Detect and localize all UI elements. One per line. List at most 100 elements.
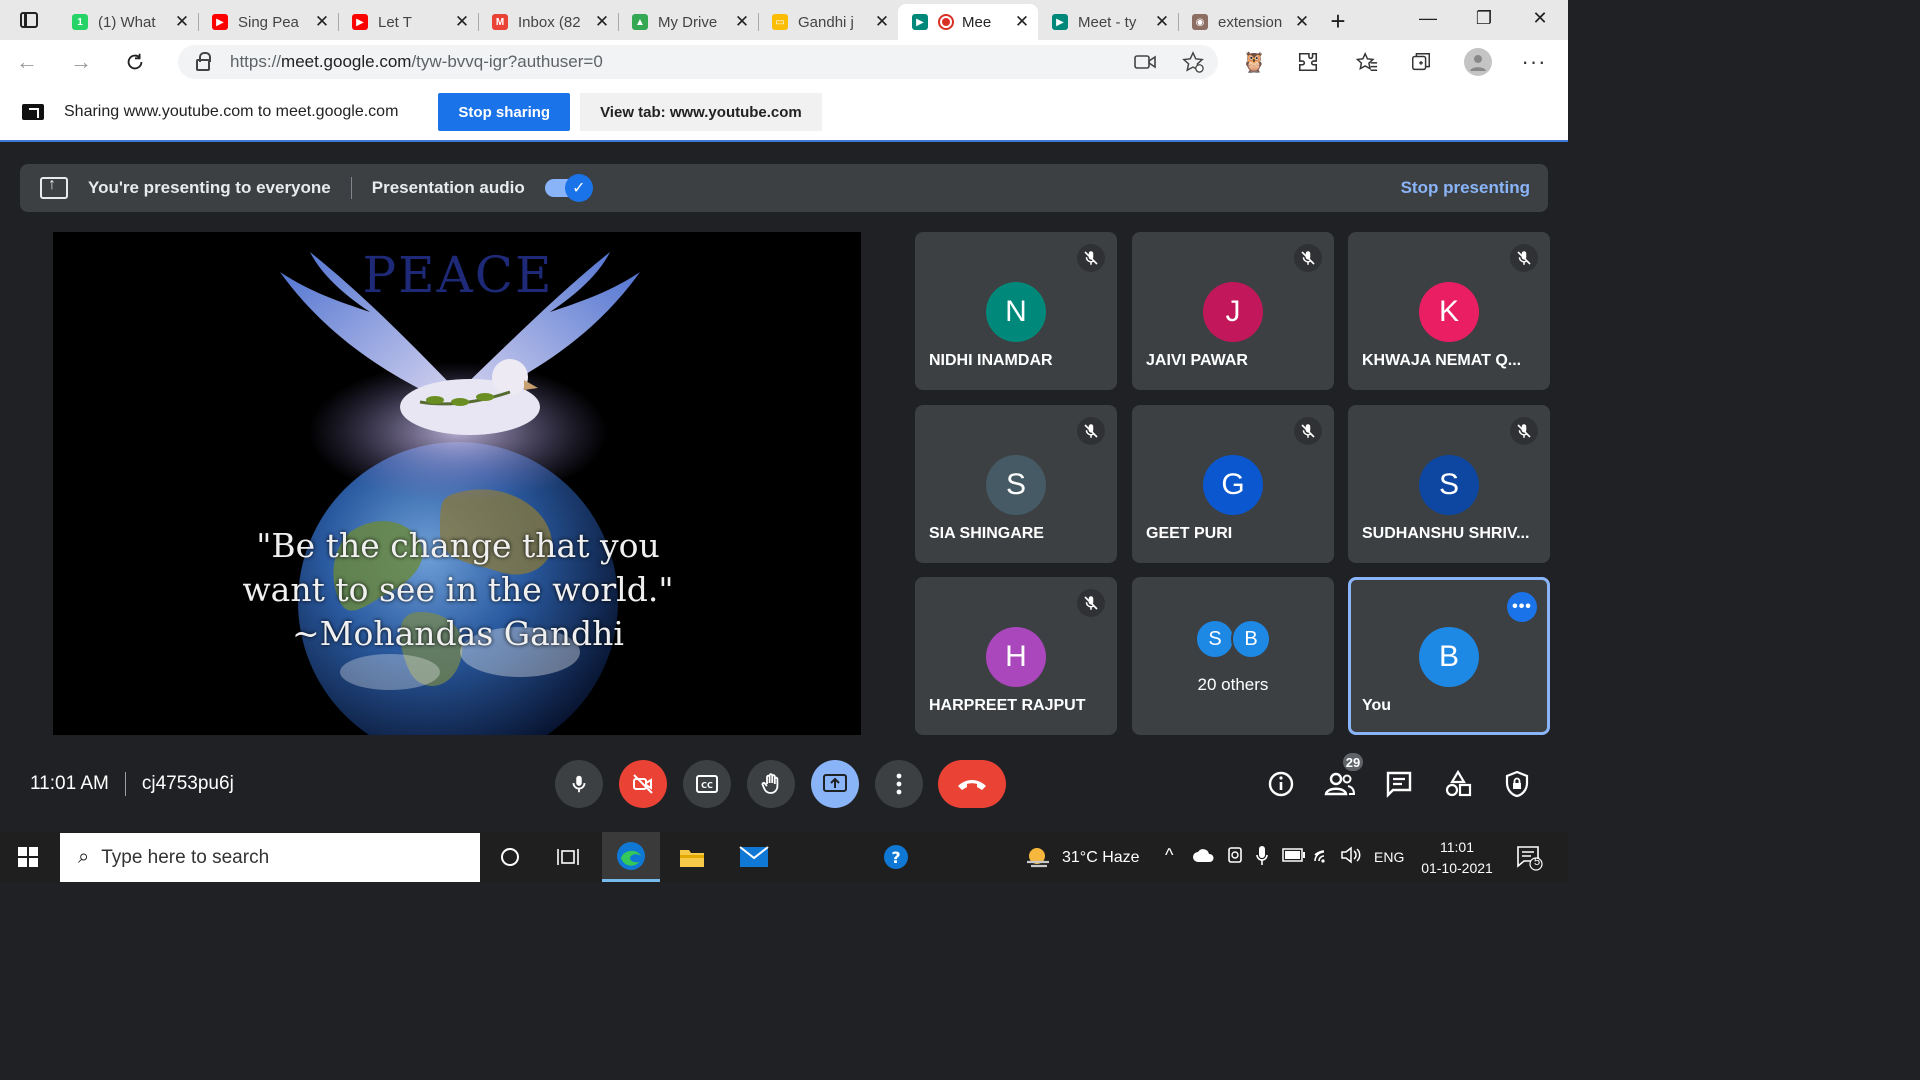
participant-avatar: N (986, 282, 1046, 342)
taskbar-search-box[interactable]: ⌕ Type here to search (60, 833, 480, 882)
participant-tile[interactable]: K KHWAJA NEMAT Q... (1348, 232, 1550, 390)
notification-count: 5 (1533, 856, 1541, 868)
volume-icon[interactable] (1340, 845, 1362, 870)
address-bar[interactable]: https://meet.google.com/tyw-bvvq-igr?aut… (178, 45, 1218, 79)
browser-tab[interactable]: ▭ Gandhi j ✕ (758, 4, 898, 40)
stop-sharing-button[interactable]: Stop sharing (438, 93, 571, 131)
tab-title: Sing Pea (238, 13, 299, 31)
close-tab-icon[interactable]: ✕ (734, 13, 750, 30)
favorites-icon[interactable] (1355, 50, 1379, 74)
new-tab-button[interactable]: + (1318, 4, 1358, 40)
task-view-icon[interactable] (540, 832, 596, 882)
taskbar-clock[interactable]: 11:01 01-10-2021 (1410, 837, 1504, 879)
participant-tile[interactable]: J JAIVI PAWAR (1132, 232, 1334, 390)
view-tab-button[interactable]: View tab: www.youtube.com (580, 93, 822, 131)
maximize-button[interactable]: ❐ (1456, 0, 1512, 36)
screen-share-icon (22, 104, 44, 120)
browser-tab[interactable]: ◉ extension ✕ (1178, 4, 1318, 40)
microphone-button[interactable] (555, 760, 603, 808)
participant-tile[interactable]: G GEET PURI (1132, 405, 1334, 563)
participant-tile[interactable]: S SIA SHINGARE (915, 405, 1117, 563)
presentation-audio-toggle[interactable]: ✓ (544, 174, 593, 202)
close-tab-icon[interactable]: ✕ (874, 13, 890, 30)
close-tab-icon[interactable]: ✕ (1014, 13, 1030, 30)
close-tab-icon[interactable]: ✕ (1294, 13, 1310, 30)
profile-avatar[interactable] (1464, 48, 1492, 76)
close-tab-icon[interactable]: ✕ (314, 13, 330, 30)
participant-avatar: K (1419, 282, 1479, 342)
back-button[interactable]: ← (0, 40, 54, 84)
browser-menu-button[interactable]: ··· (1522, 49, 1546, 74)
close-tab-icon[interactable]: ✕ (174, 13, 190, 30)
owl-extension-icon[interactable]: 🦉 (1242, 50, 1267, 74)
dove-and-earth-illustration (280, 252, 640, 735)
minimize-button[interactable]: — (1400, 0, 1456, 36)
svg-text:?: ? (891, 848, 900, 867)
browser-tab[interactable]: ▶ Mee ✕ (898, 4, 1038, 40)
edge-browser-icon[interactable] (602, 832, 660, 882)
mic-off-icon (1077, 589, 1105, 617)
browser-tab[interactable]: ▶ Sing Pea ✕ (198, 4, 338, 40)
extensions-icon[interactable] (1296, 50, 1320, 74)
windows-start-icon[interactable] (18, 847, 38, 867)
browser-tab[interactable]: 1 (1) What ✕ (58, 4, 198, 40)
activities-button[interactable] (1442, 768, 1474, 800)
close-tab-icon[interactable]: ✕ (1154, 13, 1170, 30)
meet-now-icon[interactable] (1226, 846, 1244, 871)
check-icon: ✓ (564, 174, 593, 202)
host-controls-button[interactable] (1501, 768, 1533, 800)
others-tile[interactable]: S B 20 others (1132, 577, 1334, 735)
mail-icon[interactable] (726, 832, 782, 882)
hang-up-icon (958, 780, 986, 790)
forward-button[interactable]: → (54, 40, 108, 84)
close-tab-icon[interactable]: ✕ (594, 13, 610, 30)
wifi-icon[interactable] (1312, 845, 1334, 870)
lock-icon (196, 52, 211, 71)
microphone-in-use-icon[interactable] (1255, 844, 1269, 873)
present-now-button[interactable] (811, 760, 859, 808)
file-explorer-icon[interactable] (664, 832, 720, 882)
refresh-button[interactable] (108, 40, 162, 84)
tab-actions-menu[interactable] (0, 0, 58, 40)
more-options-icon[interactable]: ••• (1507, 592, 1537, 622)
add-favorite-icon[interactable] (1182, 51, 1204, 73)
browser-tab[interactable]: ▶ Let T ✕ (338, 4, 478, 40)
meeting-details-button[interactable] (1265, 768, 1297, 800)
show-hidden-icons-icon[interactable]: ^ (1165, 845, 1173, 866)
participant-tile[interactable]: H HARPREET RAJPUT (915, 577, 1117, 735)
more-options-button[interactable] (875, 760, 923, 808)
onedrive-icon[interactable] (1192, 846, 1216, 869)
browser-tab[interactable]: ▲ My Drive ✕ (618, 4, 758, 40)
battery-icon[interactable] (1282, 848, 1306, 867)
mic-off-icon (1510, 244, 1538, 272)
stop-presenting-button[interactable]: Stop presenting (1401, 178, 1530, 198)
close-window-button[interactable]: ✕ (1512, 0, 1568, 36)
google-drive-icon: ▲ (632, 14, 648, 30)
meeting-code: cj4753pu6j (141, 773, 234, 794)
get-help-icon[interactable]: ? (868, 832, 924, 882)
self-tile[interactable]: ••• B You (1348, 577, 1550, 735)
captions-button[interactable]: CC (683, 760, 731, 808)
tab-title: Let T (378, 13, 412, 31)
quote-line: want to see in the world." (242, 570, 674, 609)
input-language[interactable]: ENG (1374, 849, 1404, 865)
browser-tab[interactable]: ▶ Meet - ty ✕ (1038, 4, 1178, 40)
present-icon (823, 774, 847, 792)
camera-off-button[interactable] (619, 760, 667, 808)
camera-in-use-icon[interactable] (1134, 54, 1156, 70)
presentation-audio-label: Presentation audio (371, 178, 525, 197)
participant-tile[interactable]: S SUDHANSHU SHRIV... (1348, 405, 1550, 563)
participant-count-badge: 29 (1341, 751, 1365, 773)
browser-tab[interactable]: M Inbox (82 ✕ (478, 4, 618, 40)
weather-text[interactable]: 31°C Haze (1062, 849, 1140, 867)
leave-call-button[interactable] (938, 760, 1006, 808)
chat-button[interactable] (1383, 768, 1415, 800)
cortana-icon[interactable] (482, 832, 538, 882)
notifications-icon[interactable]: 5 (1516, 845, 1544, 876)
participant-tile[interactable]: N NIDHI INAMDAR (915, 232, 1117, 390)
divider (124, 772, 126, 796)
collections-icon[interactable] (1409, 50, 1433, 74)
weather-haze-icon[interactable] (1012, 832, 1064, 882)
close-tab-icon[interactable]: ✕ (454, 13, 470, 30)
raise-hand-button[interactable] (747, 760, 795, 808)
